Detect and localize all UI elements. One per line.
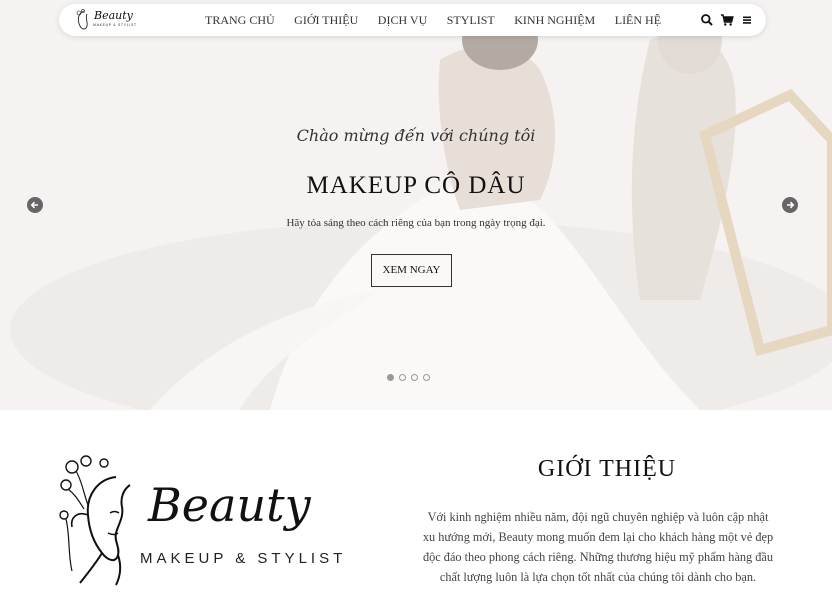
slider-prev-button[interactable] bbox=[27, 197, 43, 213]
slider-dots bbox=[387, 374, 435, 381]
nav-logo-tagline: MAKEUP & STYLIST bbox=[93, 23, 137, 27]
menu-icon[interactable] bbox=[740, 13, 754, 27]
slider-next-button[interactable] bbox=[782, 197, 798, 213]
slider-dot-2[interactable] bbox=[399, 374, 406, 381]
arrow-right-icon bbox=[787, 201, 795, 209]
cart-icon[interactable] bbox=[720, 13, 734, 27]
intro-logo-wordmark: Beauty bbox=[148, 478, 311, 532]
arrow-left-icon bbox=[30, 201, 38, 209]
hero-cta-button[interactable]: XEM NGAY bbox=[371, 254, 452, 287]
face-logo-icon bbox=[76, 9, 88, 30]
nav-item-trang-chu[interactable]: TRANG CHỦ bbox=[205, 4, 275, 36]
intro-logo-tagline: MAKEUP & STYLIST bbox=[140, 550, 347, 567]
nav-menu: TRANG CHỦ GIỚI THIỆU DỊCH VỤ STYLIST KIN… bbox=[205, 4, 681, 36]
hero-welcome-script: Chào mừng đến với chúng tôi bbox=[296, 126, 536, 145]
hero-overlay bbox=[0, 0, 832, 410]
nav-logo-wordmark: Beauty bbox=[94, 9, 133, 22]
nav-logo[interactable]: Beauty MAKEUP & STYLIST bbox=[74, 8, 137, 32]
nav-item-kinh-nghiem[interactable]: KINH NGHIỆM bbox=[514, 4, 595, 36]
slider-dot-1[interactable] bbox=[387, 374, 394, 381]
hero-slider: Beauty MAKEUP & STYLIST TRANG CHỦ GIỚI T… bbox=[0, 0, 832, 410]
nav-item-stylist[interactable]: STYLIST bbox=[447, 4, 495, 36]
slider-dot-4[interactable] bbox=[423, 374, 430, 381]
nav-item-gioi-thieu[interactable]: GIỚI THIỆU bbox=[294, 4, 358, 36]
nav-icon-group bbox=[694, 13, 754, 27]
intro-title: GIỚI THIỆU bbox=[537, 456, 677, 482]
face-line-art-logo bbox=[59, 455, 131, 586]
hero-title: MAKEUP CÔ DÂU bbox=[306, 172, 526, 199]
nav-item-dich-vu[interactable]: DỊCH VỤ bbox=[378, 4, 427, 36]
slider-dot-3[interactable] bbox=[411, 374, 418, 381]
nav-item-lien-he[interactable]: LIÊN HỆ bbox=[615, 4, 661, 36]
navbar: Beauty MAKEUP & STYLIST TRANG CHỦ GIỚI T… bbox=[59, 4, 766, 36]
hero-subtitle: Hãy tỏa sáng theo cách riêng của bạn tro… bbox=[286, 217, 546, 229]
intro-text: Với kinh nghiệm nhiều năm, đội ngũ chuyê… bbox=[422, 510, 774, 584]
search-icon[interactable] bbox=[700, 13, 714, 27]
